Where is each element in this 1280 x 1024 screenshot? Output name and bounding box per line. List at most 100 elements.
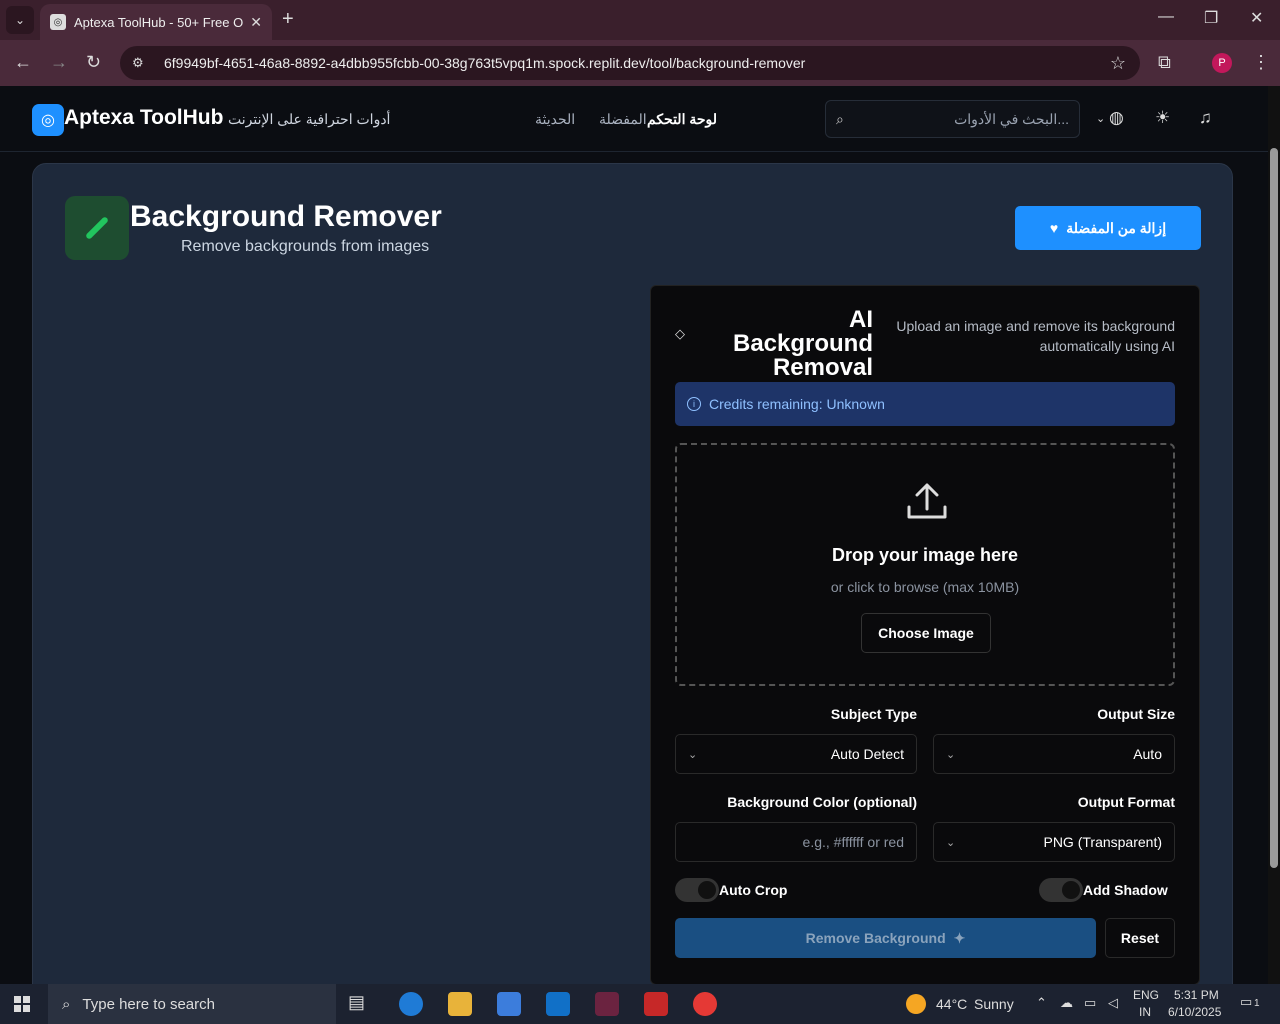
nav-recent[interactable]: الحديثة [535,111,575,128]
bg-removal-panel: ◇ AI Background Removal Upload an image … [650,285,1200,985]
sparkles-icon: ✦ [953,929,966,946]
pdf-icon[interactable] [644,992,668,1016]
output-format-label: Output Format [1077,794,1175,810]
chevron-down-icon: ⌄ [946,836,956,849]
main-area: Background Remover Remove backgrounds fr… [0,152,1268,1003]
chevron-down-icon: ⌄ [688,748,698,761]
reload-icon[interactable]: ↻ [86,52,101,73]
bg-color-label: Background Color (optional) [727,794,917,810]
auto-crop-label: Auto Crop [719,882,788,898]
auto-crop-toggle[interactable] [675,878,719,902]
add-shadow-label: Add Shadow [1083,882,1168,898]
weather-desc[interactable]: Sunny [974,996,1014,1012]
drop-title: Drop your image here [831,545,1019,565]
address-bar[interactable]: ⚙ 6f9949bf-4651-46a8-8892-a4dbb955fcbb-0… [120,46,1140,80]
bg-color-placeholder: e.g., #ffffff or red [802,834,904,850]
tool-subtitle: Remove backgrounds from images [181,238,430,255]
language-chevron-icon[interactable]: ⌄ [1096,112,1105,125]
page-scrollbar[interactable] [1268,86,1280,984]
task-view-icon[interactable]: ▤ [348,992,372,1016]
browser-menu-icon[interactable]: ⋮ [1252,52,1270,73]
lang-primary[interactable]: ENG [1133,988,1159,1002]
search-icon: ⌕ [836,110,844,127]
reset-button[interactable]: Reset [1105,918,1175,958]
tab-search-button[interactable]: ⌄ [6,6,34,34]
tray-chevron-icon[interactable]: ⌃ [1036,995,1047,1011]
search-placeholder: البحث في الأدوات... [954,110,1069,127]
forward-icon[interactable]: → [50,52,68,73]
chevron-down-icon: ⌄ [946,748,956,761]
app-icon[interactable] [595,992,619,1016]
search-input[interactable]: ⌕ البحث في الأدوات... [825,100,1080,138]
output-size-label: Output Size [1097,706,1175,722]
drop-subtitle: or click to browse (max 10MB) [830,579,1020,595]
brand-name[interactable]: Aptexa ToolHub [64,106,223,130]
url-text: 6f9949bf-4651-46a8-8892-a4dbb955fcbb-00-… [164,55,806,71]
image-dropzone[interactable]: Drop your image here or click to browse … [675,443,1175,686]
taskbar-search[interactable]: ⌕ Type here to search [48,984,336,1024]
site-info-icon[interactable]: ⚙ [132,55,150,71]
weather-temp[interactable]: 44°C [936,996,967,1012]
outlook-icon[interactable] [546,992,570,1016]
minimize-icon[interactable]: — [1158,8,1174,26]
output-format-value: PNG (Transparent) [1043,834,1162,850]
output-format-select[interactable]: ⌄ PNG (Transparent) [933,822,1175,862]
subject-type-select[interactable]: ⌄ Auto Detect [675,734,917,774]
tab-favicon-icon: ◎ [50,14,66,30]
bookmark-star-icon[interactable]: ☆ [1110,53,1126,74]
window-close-icon[interactable]: ✕ [1250,8,1263,28]
restore-icon[interactable]: ❐ [1204,8,1218,28]
bell-icon[interactable]: ♫ [1199,108,1212,128]
tool-card: Background Remover Remove backgrounds fr… [32,163,1233,1003]
nav-favorites[interactable]: المفضلة [599,111,647,128]
credits-text: Credits remaining: Unknown [709,396,885,412]
remove-favorite-button[interactable]: ♥ إزالة من المفضلة [1015,206,1201,250]
weather-sun-icon [906,994,926,1014]
app-logo-icon[interactable]: ◎ [32,104,64,136]
nav-dashboard[interactable]: لوحة التحكم [647,111,717,128]
clock-time[interactable]: 5:31 PM [1174,988,1219,1002]
output-size-select[interactable]: ⌄ Auto [933,734,1175,774]
eraser-icon: ◇ [675,326,685,341]
volume-icon[interactable]: ◁ [1108,995,1118,1011]
globe-icon[interactable]: ◍ [1109,108,1124,128]
upload-icon [907,483,947,519]
output-size-value: Auto [1133,746,1162,762]
info-icon: i [687,397,701,411]
heart-icon: ♥ [1049,220,1059,236]
windows-start-icon[interactable] [14,996,30,1012]
panel-description: Upload an image and remove its backgroun… [896,318,1175,354]
tool-title: Background Remover [130,200,442,233]
theme-sun-icon[interactable]: ☀ [1155,108,1170,128]
subject-type-value: Auto Detect [830,746,904,762]
onedrive-icon[interactable]: ☁ [1060,995,1073,1011]
file-explorer-icon[interactable] [448,992,472,1016]
chrome-icon[interactable] [693,992,717,1016]
browser-tab[interactable]: ◎ Aptexa ToolHub - 50+ Free Onli ✕ [40,4,272,40]
choose-image-button[interactable]: Choose Image [861,613,991,653]
add-shadow-toggle[interactable] [1039,878,1083,902]
extensions-icon[interactable]: ⧉ [1158,52,1171,73]
taskbar-search-placeholder: Type here to search [82,995,215,1013]
tab-title: Aptexa ToolHub - 50+ Free Onli [74,14,244,30]
edge-icon[interactable] [399,992,423,1016]
store-icon[interactable] [497,992,521,1016]
profile-avatar[interactable]: P [1212,53,1232,73]
notification-icon[interactable]: ▭ [1240,994,1252,1010]
tab-close-icon[interactable]: ✕ [250,14,262,31]
clock-date[interactable]: 6/10/2025 [1168,1005,1221,1019]
new-tab-button[interactable]: + [282,8,294,31]
remove-background-button[interactable]: Remove Background ✦ [675,918,1096,958]
back-icon[interactable]: ← [14,52,32,73]
search-icon: ⌕ [62,995,71,1013]
browser-tabbar: ⌄ ◎ Aptexa ToolHub - 50+ Free Onli ✕ + —… [0,0,1280,40]
credits-alert: i Credits remaining: Unknown [675,382,1175,426]
lang-secondary[interactable]: IN [1139,1005,1151,1019]
app-header: ◎ Aptexa ToolHub أدوات احترافية على الإن… [0,86,1268,152]
notification-count: 1 [1254,998,1260,1009]
network-icon[interactable]: ▭ [1084,995,1096,1011]
brand-tagline: أدوات احترافية على الإنترنت [228,111,391,127]
subject-type-label: Subject Type [830,706,917,722]
bg-color-input[interactable]: e.g., #ffffff or red [675,822,917,862]
tool-pen-icon [65,196,129,260]
